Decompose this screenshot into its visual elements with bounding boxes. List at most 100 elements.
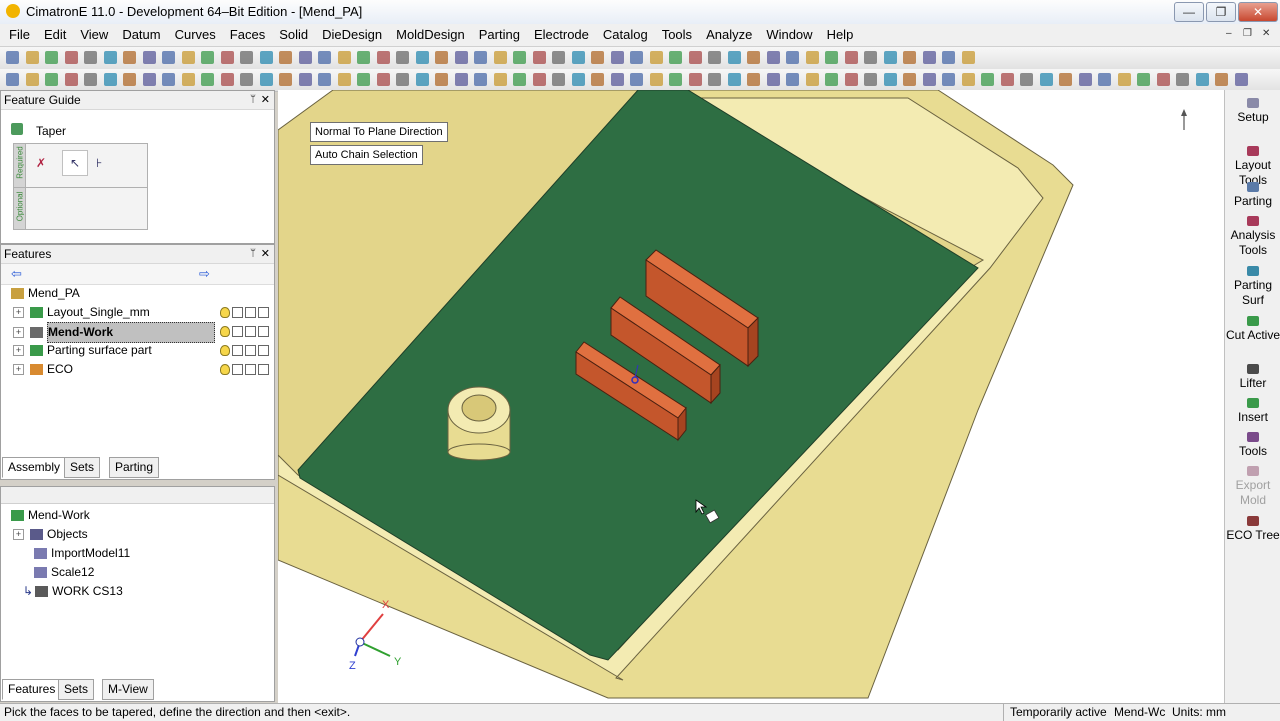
- toolbar-tool-icon[interactable]: [279, 73, 292, 86]
- toolbar-tool-icon[interactable]: [259, 73, 273, 86]
- toolbar-tool-icon[interactable]: [45, 51, 58, 64]
- menu-window[interactable]: Window: [759, 24, 819, 46]
- toolbar-tool-icon[interactable]: [669, 73, 682, 86]
- toolbar-tool-icon[interactable]: [25, 51, 39, 64]
- toolbar-tool-icon[interactable]: [1195, 73, 1209, 86]
- toolbar-tool-icon[interactable]: [64, 73, 78, 86]
- toolbar-tool-icon[interactable]: [454, 51, 468, 64]
- toolbar-tool-icon[interactable]: [474, 73, 487, 86]
- toolbar-tool-icon[interactable]: [1176, 73, 1189, 86]
- toolbar-tool-icon[interactable]: [805, 51, 819, 64]
- close-button[interactable]: ✕: [1238, 2, 1278, 22]
- pick-faces-step-icon[interactable]: ✗: [36, 156, 46, 170]
- toolbar-tool-icon[interactable]: [396, 51, 409, 64]
- toolbar-tool-icon[interactable]: [103, 51, 117, 64]
- right-panel-tools-button[interactable]: Tools: [1225, 432, 1280, 459]
- menu-edit[interactable]: Edit: [37, 24, 73, 46]
- close-icon[interactable]: ✕: [261, 91, 270, 109]
- toolbar-tool-icon[interactable]: [610, 51, 624, 64]
- toolbar-tool-icon[interactable]: [142, 51, 156, 64]
- toolbar-tool-icon[interactable]: [688, 73, 702, 86]
- toolbar-tool-icon[interactable]: [805, 73, 819, 86]
- toolbar-tool-icon[interactable]: [435, 51, 448, 64]
- toolbar-tool-icon[interactable]: [259, 51, 273, 64]
- toolbar-tool-icon[interactable]: [298, 73, 312, 86]
- toolbar-tool-icon[interactable]: [376, 73, 390, 86]
- right-panel-setup-button[interactable]: Setup: [1225, 98, 1280, 125]
- toolbar-tool-icon[interactable]: [162, 73, 175, 86]
- toolbar-tool-icon[interactable]: [123, 51, 136, 64]
- toolbar-tool-icon[interactable]: [766, 73, 780, 86]
- tree-item-layout-single-mm[interactable]: + Layout_Single_mm: [13, 303, 271, 322]
- menu-catalog[interactable]: Catalog: [596, 24, 655, 46]
- toolbar-tool-icon[interactable]: [474, 51, 487, 64]
- toolbar-tool-icon[interactable]: [1039, 73, 1053, 86]
- toolbar-tool-icon[interactable]: [1234, 73, 1248, 86]
- toolbar-tool-icon[interactable]: [376, 51, 390, 64]
- toolbar-tool-icon[interactable]: [922, 51, 936, 64]
- toolbar-tool-icon[interactable]: [435, 73, 448, 86]
- toolbar-tool-icon[interactable]: [825, 73, 838, 86]
- tree-item-scale12[interactable]: Scale12: [34, 563, 94, 582]
- status-icon[interactable]: [258, 345, 269, 357]
- toolbar-tool-icon[interactable]: [688, 51, 702, 64]
- toolbar-tool-icon[interactable]: [357, 51, 370, 64]
- toolbar-tool-icon[interactable]: [493, 73, 507, 86]
- toolbar-tool-icon[interactable]: [864, 73, 877, 86]
- toolbar-tool-icon[interactable]: [708, 51, 721, 64]
- toolbar-tool-icon[interactable]: [220, 73, 234, 86]
- toolbar-tool-icon[interactable]: [337, 51, 351, 64]
- toolbar-tool-icon[interactable]: [337, 73, 351, 86]
- tab-parting[interactable]: Parting: [109, 457, 160, 478]
- tab-sets[interactable]: Sets: [64, 457, 101, 478]
- tab-assembly[interactable]: Assembly: [2, 457, 67, 478]
- menu-help[interactable]: Help: [820, 24, 861, 46]
- right-panel-insert-button[interactable]: Insert: [1225, 398, 1280, 425]
- toolbar-tool-icon[interactable]: [649, 51, 663, 64]
- toolbar-tool-icon[interactable]: [513, 51, 526, 64]
- menu-tools[interactable]: Tools: [655, 24, 699, 46]
- toolbar-tool-icon[interactable]: [571, 73, 585, 86]
- status-icon[interactable]: [258, 307, 269, 319]
- toolbar-tool-icon[interactable]: [1215, 73, 1228, 86]
- toolbar-tool-icon[interactable]: [396, 73, 409, 86]
- toolbar-tool-icon[interactable]: [552, 73, 565, 86]
- menu-solid[interactable]: Solid: [272, 24, 315, 46]
- toolbar-tool-icon[interactable]: [1137, 73, 1150, 86]
- tree-item-eco[interactable]: + ECO: [13, 360, 271, 379]
- toolbar-tool-icon[interactable]: [591, 73, 604, 86]
- toolbar-tool-icon[interactable]: [649, 73, 663, 86]
- toolbar-tool-icon[interactable]: [844, 73, 858, 86]
- expand-icon[interactable]: +: [13, 529, 24, 541]
- view-orientation-icon[interactable]: [1181, 109, 1187, 130]
- toolbar-tool-icon[interactable]: [298, 51, 312, 64]
- toolbar-tool-icon[interactable]: [415, 51, 429, 64]
- status-icon[interactable]: [232, 326, 243, 338]
- toolbar-tool-icon[interactable]: [981, 73, 994, 86]
- status-icon[interactable]: [245, 345, 256, 357]
- toolbar-tool-icon[interactable]: [844, 51, 858, 64]
- toolbar-tool-icon[interactable]: [357, 73, 370, 86]
- toolbar-tool-icon[interactable]: [708, 73, 721, 86]
- toolbar-tool-icon[interactable]: [766, 51, 780, 64]
- tree-item-mend-work[interactable]: + Mend-Work: [13, 322, 271, 343]
- toolbar-tool-icon[interactable]: [318, 51, 331, 64]
- toolbar-tool-icon[interactable]: [103, 73, 117, 86]
- toolbar-tool-icon[interactable]: [240, 73, 253, 86]
- mdi-restore-button[interactable]: ❐: [1243, 28, 1252, 39]
- toolbar-tool-icon[interactable]: [961, 51, 975, 64]
- toolbar-tool-icon[interactable]: [571, 51, 585, 64]
- graphics-viewport[interactable]: Normal To Plane Direction Auto Chain Sel…: [278, 90, 1224, 703]
- toolbar-tool-icon[interactable]: [747, 51, 760, 64]
- toolbar-tool-icon[interactable]: [727, 51, 741, 64]
- toolbar-tool-icon[interactable]: [201, 51, 214, 64]
- forward-arrow-icon[interactable]: ⇨: [199, 266, 210, 282]
- tree-item-objects[interactable]: + Objects: [13, 525, 88, 544]
- visibility-bulb-icon[interactable]: [220, 307, 230, 319]
- toolbar-tool-icon[interactable]: [45, 73, 58, 86]
- toolbar-tool-icon[interactable]: [240, 51, 253, 64]
- toolbar-tool-icon[interactable]: [942, 51, 955, 64]
- menu-analyze[interactable]: Analyze: [699, 24, 759, 46]
- status-icon[interactable]: [232, 364, 243, 376]
- back-arrow-icon[interactable]: ⇦: [11, 266, 22, 282]
